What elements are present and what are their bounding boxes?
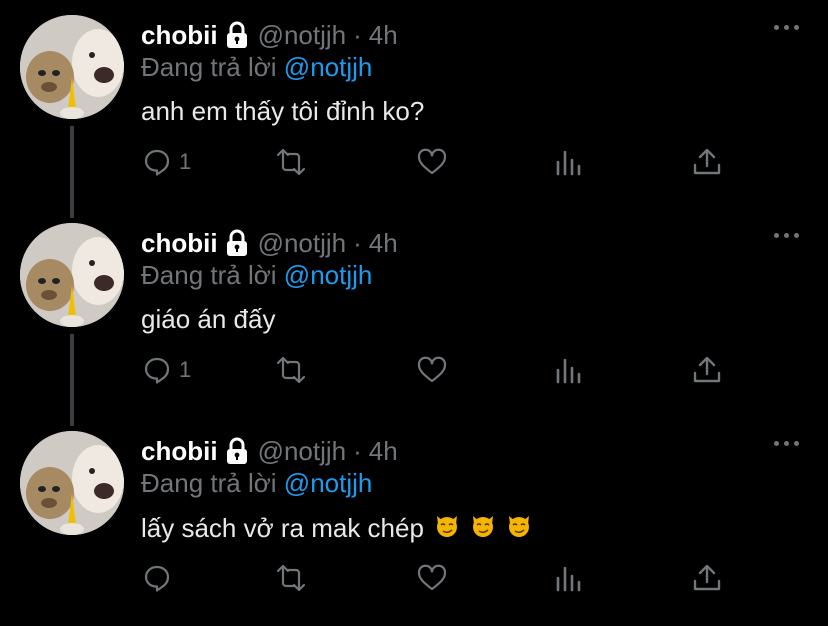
retweet-button[interactable] [275,558,307,598]
avatar[interactable] [20,223,124,327]
replying-to-label: Đang trả lời [141,52,277,82]
user-handle[interactable]: @notjjh [258,20,347,51]
more-options-icon[interactable] [774,228,800,242]
like-button[interactable] [416,350,448,390]
lock-icon [226,21,247,48]
lock-icon [226,229,247,256]
smirk-cat-emoji [508,516,529,537]
tweet-header: chobii @notjjh · 4h [141,226,398,260]
replying-to-mention[interactable]: @notjjh [284,52,373,82]
tweet-text-content: anh em thấy tôi đỉnh ko? [141,96,425,126]
heart-icon [417,564,447,591]
user-handle[interactable]: @notjjh [258,436,347,467]
analytics-button[interactable] [553,558,585,598]
user-handle[interactable]: @notjjh [258,228,347,259]
replying-to-line: Đang trả lời @notjjh [141,468,372,499]
analytics-icon [556,358,581,384]
thread-connector-line [70,126,74,218]
share-button[interactable] [691,350,723,390]
separator-dot: · [353,435,362,466]
smirk-cat-emoji [436,516,457,537]
timestamp[interactable]: 4h [369,20,398,51]
reply-button[interactable]: 1 [141,350,191,390]
tweet-actions [141,558,741,598]
analytics-icon [556,566,581,592]
replying-to-label: Đang trả lời [141,260,277,290]
replying-to-line: Đang trả lời @notjjh [141,260,372,291]
retweet-icon [276,148,306,176]
replying-to-mention[interactable]: @notjjh [284,260,373,290]
analytics-icon [556,150,581,176]
tweet-actions: 1 [141,350,741,390]
reply-icon [144,565,170,592]
replying-to-mention[interactable]: @notjjh [284,468,373,498]
reply-icon [144,357,170,384]
tweet-text: anh em thấy tôi đỉnh ko? [141,96,424,127]
retweet-icon [276,564,306,592]
share-icon [693,148,721,175]
analytics-button[interactable] [553,350,585,390]
display-name[interactable]: chobii [141,228,218,259]
reply-count: 1 [179,149,192,174]
timestamp[interactable]: 4h [369,436,398,467]
avatar[interactable] [20,15,124,119]
retweet-button[interactable] [275,142,307,182]
display-name[interactable]: chobii [141,436,218,467]
reply-icon [144,149,170,176]
tweet-header: chobii @notjjh · 4h [141,434,398,468]
replying-to-line: Đang trả lời @notjjh [141,52,372,83]
separator-dot: · [353,19,362,50]
separator-dot: · [353,227,362,258]
more-options-icon[interactable] [774,20,800,34]
reply-count: 1 [179,357,192,382]
tweet-text-content: lấy sách vở ra mak chép [141,513,424,543]
share-button[interactable] [691,142,723,182]
reply-button[interactable] [141,558,179,598]
share-icon [693,356,721,383]
timestamp[interactable]: 4h [369,228,398,259]
avatar[interactable] [20,431,124,535]
thread-connector-line [70,334,74,426]
tweet-actions: 1 [141,142,741,182]
display-name[interactable]: chobii [141,20,218,51]
share-icon [693,564,721,591]
heart-icon [417,356,447,383]
tweet[interactable]: chobii @notjjh · 4h Đang trả lời @notjjh… [0,0,828,218]
smirk-cat-emoji [472,516,493,537]
more-options-icon[interactable] [774,436,800,450]
replying-to-label: Đang trả lời [141,468,277,498]
tweet-text-content: giáo án đấy [141,304,276,334]
lock-icon [226,437,247,464]
tweet-text: giáo án đấy [141,304,275,335]
tweet-header: chobii @notjjh · 4h [141,18,398,52]
reply-button[interactable]: 1 [141,142,191,182]
retweet-icon [276,356,306,384]
tweet-text: lấy sách vở ra mak chép [141,512,532,545]
tweet-emojis [424,512,532,545]
analytics-button[interactable] [553,142,585,182]
like-button[interactable] [416,558,448,598]
share-button[interactable] [691,558,723,598]
tweet[interactable]: chobii @notjjh · 4h Đang trả lời @notjjh… [0,416,828,624]
heart-icon [417,148,447,175]
retweet-button[interactable] [275,350,307,390]
like-button[interactable] [416,142,448,182]
tweet[interactable]: chobii @notjjh · 4h Đang trả lời @notjjh… [0,208,828,426]
